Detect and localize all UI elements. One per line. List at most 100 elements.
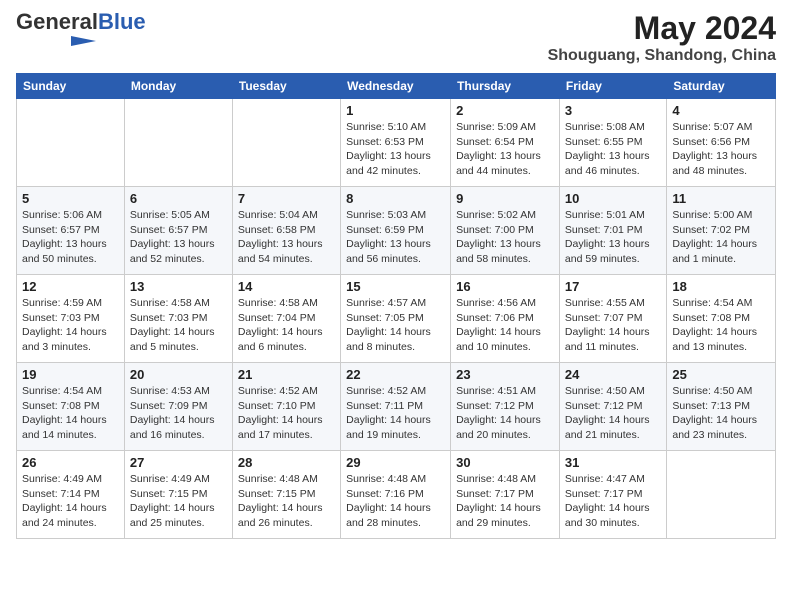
weekday-header-row: Sunday Monday Tuesday Wednesday Thursday… [17, 74, 776, 99]
cell-info: Sunrise: 4:55 AM Sunset: 7:07 PM Dayligh… [565, 296, 661, 355]
calendar-cell: 30Sunrise: 4:48 AM Sunset: 7:17 PM Dayli… [451, 451, 560, 539]
header-wednesday: Wednesday [341, 74, 451, 99]
calendar-cell: 14 Sunrise: 4:58 AM Sunset: 7:04 PM Dayli… [232, 275, 340, 363]
day-number: 26 [22, 455, 119, 470]
cell-info: Sunrise: 5:04 AM Sunset: 6:58 PM Dayligh… [238, 208, 335, 267]
cell-info: Sunrise: 4:51 AM Sunset: 7:12 PM Dayligh… [456, 384, 554, 443]
cell-info: Sunrise: 4:58 AM Sunset: 7:03 PM Dayligh… [130, 296, 227, 355]
calendar-cell: 26 Sunrise: 4:49 AM Sunset: 7:14 PM Dayli… [17, 451, 125, 539]
logo-icon [16, 34, 96, 48]
cell-info: Sunrise: 4:49 AM Sunset: 7:15 PM Dayligh… [130, 472, 227, 531]
day-number: 13 [130, 279, 227, 294]
cell-info: Sunrise: 4:52 AM Sunset: 7:11 PM Dayligh… [346, 384, 445, 443]
day-number: 14 [238, 279, 335, 294]
day-number: 30 [456, 455, 554, 470]
cell-info: Sunrise: 4:54 AM Sunset: 7:08 PM Dayligh… [672, 296, 770, 355]
day-number: 9 [456, 191, 554, 206]
title-area: May 2024 Shouguang, Shandong, China [548, 10, 776, 65]
cell-info: Sunrise: 4:53 AM Sunset: 7:09 PM Dayligh… [130, 384, 227, 443]
day-number: 23 [456, 367, 554, 382]
cell-info: Sunrise: 5:10 AM Sunset: 6:53 PM Dayligh… [346, 120, 445, 179]
calendar-week-row: 26 Sunrise: 4:49 AM Sunset: 7:14 PM Dayli… [17, 451, 776, 539]
day-number: 25 [672, 367, 770, 382]
calendar-week-row: 12 Sunrise: 4:59 AM Sunset: 7:03 PM Dayli… [17, 275, 776, 363]
day-number: 27 [130, 455, 227, 470]
day-number: 11 [672, 191, 770, 206]
calendar-cell: 2Sunrise: 5:09 AM Sunset: 6:54 PM Daylig… [451, 99, 560, 187]
day-number: 16 [456, 279, 554, 294]
calendar-cell: 31Sunrise: 4:47 AM Sunset: 7:17 PM Dayli… [559, 451, 666, 539]
calendar-cell: 5Sunrise: 5:06 AM Sunset: 6:57 PM Daylig… [17, 187, 125, 275]
cell-info: Sunrise: 4:54 AM Sunset: 7:08 PM Dayligh… [22, 384, 119, 443]
cell-info: Sunrise: 4:49 AM Sunset: 7:14 PM Dayligh… [22, 472, 119, 531]
calendar-cell: 23 Sunrise: 4:51 AM Sunset: 7:12 PM Dayli… [451, 363, 560, 451]
calendar-cell: 21 Sunrise: 4:52 AM Sunset: 7:10 PM Dayli… [232, 363, 340, 451]
cell-info: Sunrise: 5:02 AM Sunset: 7:00 PM Dayligh… [456, 208, 554, 267]
day-number: 28 [238, 455, 335, 470]
calendar-cell: 12 Sunrise: 4:59 AM Sunset: 7:03 PM Dayli… [17, 275, 125, 363]
calendar-page: GeneralBlue May 2024 Shouguang, Shandong… [0, 0, 792, 612]
logo-blue: Blue [98, 9, 146, 34]
cell-info: Sunrise: 5:03 AM Sunset: 6:59 PM Dayligh… [346, 208, 445, 267]
calendar-cell: 4 Sunrise: 5:07 AM Sunset: 6:56 PM Daylig… [667, 99, 776, 187]
logo: GeneralBlue [16, 10, 146, 53]
calendar-cell: 17Sunrise: 4:55 AM Sunset: 7:07 PM Dayli… [559, 275, 666, 363]
calendar-cell: 19 Sunrise: 4:54 AM Sunset: 7:08 PM Dayli… [17, 363, 125, 451]
header-sunday: Sunday [17, 74, 125, 99]
cell-info: Sunrise: 5:00 AM Sunset: 7:02 PM Dayligh… [672, 208, 770, 267]
cell-info: Sunrise: 5:08 AM Sunset: 6:55 PM Dayligh… [565, 120, 661, 179]
calendar-cell: 6 Sunrise: 5:05 AM Sunset: 6:57 PM Daylig… [124, 187, 232, 275]
cell-info: Sunrise: 5:05 AM Sunset: 6:57 PM Dayligh… [130, 208, 227, 267]
day-number: 7 [238, 191, 335, 206]
calendar-cell: 24Sunrise: 4:50 AM Sunset: 7:12 PM Dayli… [559, 363, 666, 451]
day-number: 19 [22, 367, 119, 382]
day-number: 10 [565, 191, 661, 206]
calendar-cell: 28 Sunrise: 4:48 AM Sunset: 7:15 PM Dayli… [232, 451, 340, 539]
header-thursday: Thursday [451, 74, 560, 99]
header-friday: Friday [559, 74, 666, 99]
day-number: 1 [346, 103, 445, 118]
cell-info: Sunrise: 4:48 AM Sunset: 7:15 PM Dayligh… [238, 472, 335, 531]
day-number: 15 [346, 279, 445, 294]
calendar-cell: 27 Sunrise: 4:49 AM Sunset: 7:15 PM Dayli… [124, 451, 232, 539]
day-number: 22 [346, 367, 445, 382]
cell-info: Sunrise: 5:07 AM Sunset: 6:56 PM Dayligh… [672, 120, 770, 179]
calendar-cell: 13 Sunrise: 4:58 AM Sunset: 7:03 PM Dayli… [124, 275, 232, 363]
cell-info: Sunrise: 4:56 AM Sunset: 7:06 PM Dayligh… [456, 296, 554, 355]
logo-general: General [16, 9, 98, 34]
day-number: 29 [346, 455, 445, 470]
cell-info: Sunrise: 4:58 AM Sunset: 7:04 PM Dayligh… [238, 296, 335, 355]
day-number: 18 [672, 279, 770, 294]
day-number: 20 [130, 367, 227, 382]
calendar-cell [232, 99, 340, 187]
calendar-week-row: 1 Sunrise: 5:10 AM Sunset: 6:53 PM Daylig… [17, 99, 776, 187]
calendar-cell: 9 Sunrise: 5:02 AM Sunset: 7:00 PM Daylig… [451, 187, 560, 275]
calendar-cell: 1 Sunrise: 5:10 AM Sunset: 6:53 PM Daylig… [341, 99, 451, 187]
cell-info: Sunrise: 4:59 AM Sunset: 7:03 PM Dayligh… [22, 296, 119, 355]
calendar-cell: 7 Sunrise: 5:04 AM Sunset: 6:58 PM Daylig… [232, 187, 340, 275]
header-saturday: Saturday [667, 74, 776, 99]
cell-info: Sunrise: 5:01 AM Sunset: 7:01 PM Dayligh… [565, 208, 661, 267]
cell-info: Sunrise: 4:57 AM Sunset: 7:05 PM Dayligh… [346, 296, 445, 355]
calendar-cell: 3Sunrise: 5:08 AM Sunset: 6:55 PM Daylig… [559, 99, 666, 187]
calendar-cell: 16 Sunrise: 4:56 AM Sunset: 7:06 PM Dayli… [451, 275, 560, 363]
calendar-cell: 11 Sunrise: 5:00 AM Sunset: 7:02 PM Dayli… [667, 187, 776, 275]
calendar-cell: 29 Sunrise: 4:48 AM Sunset: 7:16 PM Dayli… [341, 451, 451, 539]
calendar-cell [124, 99, 232, 187]
day-number: 4 [672, 103, 770, 118]
calendar-cell: 18 Sunrise: 4:54 AM Sunset: 7:08 PM Dayli… [667, 275, 776, 363]
cell-info: Sunrise: 4:52 AM Sunset: 7:10 PM Dayligh… [238, 384, 335, 443]
header-monday: Monday [124, 74, 232, 99]
day-number: 12 [22, 279, 119, 294]
calendar-cell: 20 Sunrise: 4:53 AM Sunset: 7:09 PM Dayli… [124, 363, 232, 451]
calendar-cell: 8Sunrise: 5:03 AM Sunset: 6:59 PM Daylig… [341, 187, 451, 275]
day-number: 21 [238, 367, 335, 382]
calendar-cell: 22 Sunrise: 4:52 AM Sunset: 7:11 PM Dayli… [341, 363, 451, 451]
calendar-cell: 10 Sunrise: 5:01 AM Sunset: 7:01 PM Dayli… [559, 187, 666, 275]
calendar-cell [17, 99, 125, 187]
day-number: 5 [22, 191, 119, 206]
day-number: 6 [130, 191, 227, 206]
page-header: GeneralBlue May 2024 Shouguang, Shandong… [16, 10, 776, 65]
header-tuesday: Tuesday [232, 74, 340, 99]
cell-info: Sunrise: 4:48 AM Sunset: 7:16 PM Dayligh… [346, 472, 445, 531]
